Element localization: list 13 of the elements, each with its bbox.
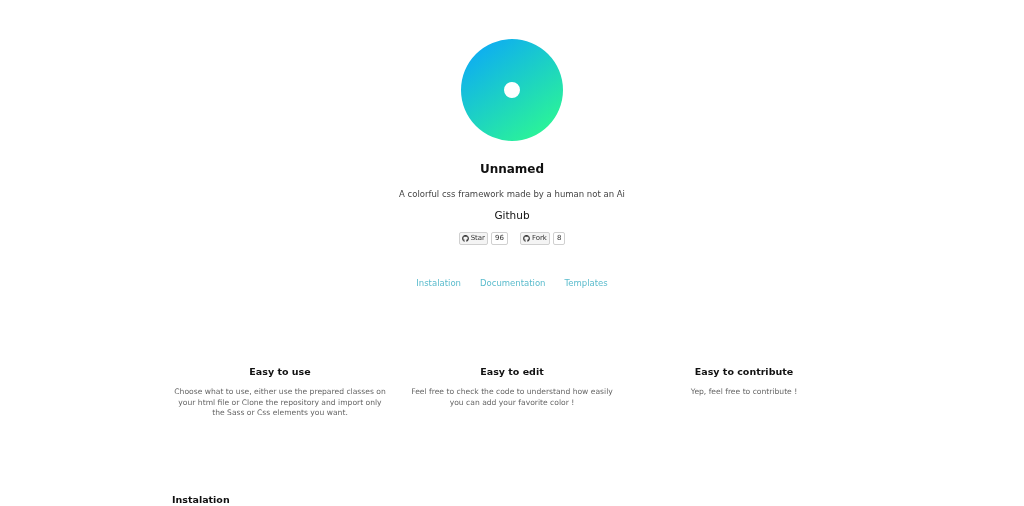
nav-link[interactable]: Documentation bbox=[480, 279, 546, 288]
github-heading: Github bbox=[494, 209, 530, 220]
site-title: Unnamed bbox=[479, 163, 545, 175]
feature-title: Easy to use bbox=[249, 366, 311, 376]
nav-link[interactable]: Instalation bbox=[416, 279, 461, 288]
github-icon bbox=[461, 235, 469, 242]
logo-icon bbox=[461, 39, 563, 141]
tagline: A colorful css framework made by a human not an Ai bbox=[399, 190, 625, 199]
nav-link[interactable]: Templates bbox=[564, 279, 608, 288]
feature-title: Easy to contribute bbox=[694, 366, 794, 376]
feature-title: Easy to edit bbox=[480, 366, 544, 376]
section-heading: Instalation bbox=[172, 494, 231, 504]
github-icon bbox=[522, 235, 530, 242]
